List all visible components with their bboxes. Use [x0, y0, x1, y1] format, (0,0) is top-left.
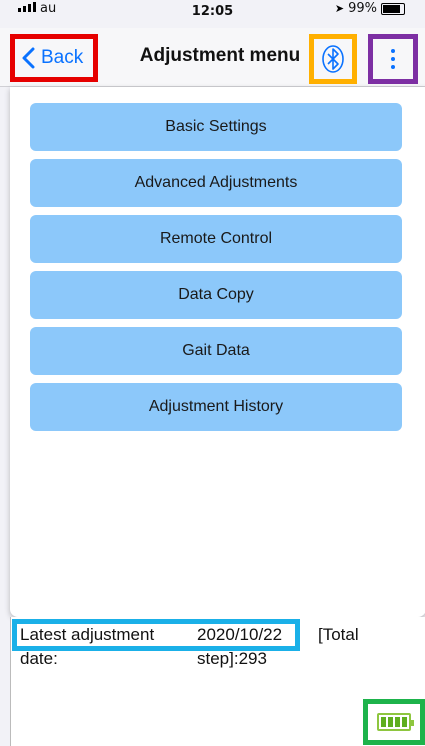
- gait-data-button[interactable]: Gait Data: [30, 327, 402, 375]
- navigation-bar: Back Adjustment menu: [0, 28, 425, 87]
- bluetooth-button[interactable]: [309, 34, 357, 84]
- adjustment-history-button[interactable]: Adjustment History: [30, 383, 402, 431]
- advanced-adjustments-button[interactable]: Advanced Adjustments: [30, 159, 402, 207]
- device-battery-indicator: [363, 699, 425, 745]
- back-button[interactable]: Back: [10, 34, 98, 82]
- battery-percent: 99%: [348, 1, 377, 16]
- battery-icon: [377, 713, 414, 731]
- latest-adjustment-value: 2020/10/22 step]:293: [197, 625, 283, 668]
- menu-list: Basic Settings Advanced Adjustments Remo…: [30, 103, 402, 439]
- latest-adjustment-label: Latest adjustment date:: [20, 625, 155, 668]
- basic-settings-button[interactable]: Basic Settings: [30, 103, 402, 151]
- chevron-left-icon: [22, 47, 35, 69]
- back-label: Back: [41, 47, 84, 68]
- page-title: Adjustment menu: [139, 45, 301, 66]
- data-copy-button[interactable]: Data Copy: [30, 271, 402, 319]
- bluetooth-icon: [322, 45, 344, 73]
- battery-status-icon: [381, 2, 405, 15]
- status-bar: au 12:05 ➤ 99%: [0, 0, 425, 28]
- more-options-button[interactable]: [368, 34, 418, 84]
- more-vertical-icon: [391, 49, 395, 69]
- location-icon: ➤: [334, 2, 345, 15]
- menu-card: Basic Settings Advanced Adjustments Remo…: [10, 87, 425, 617]
- remote-control-button[interactable]: Remote Control: [30, 215, 402, 263]
- total-step-label: [Total: [318, 625, 359, 644]
